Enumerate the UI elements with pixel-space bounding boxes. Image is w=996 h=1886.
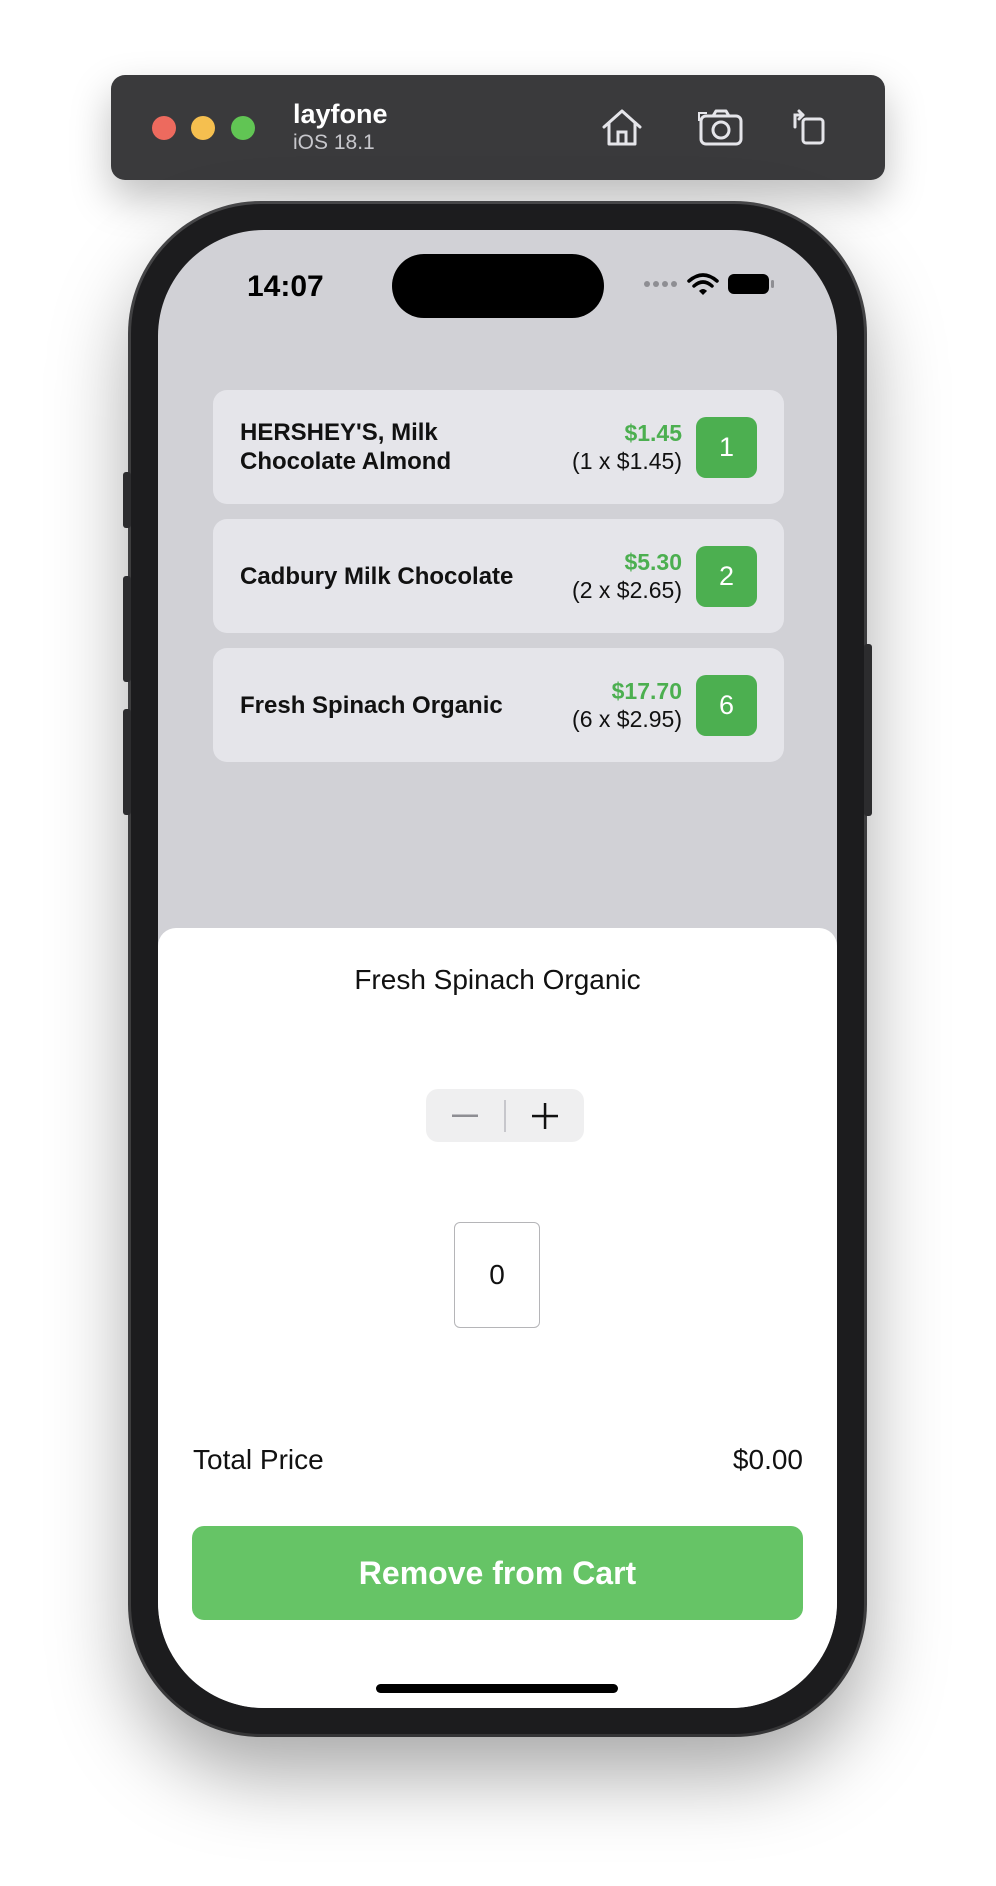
quantity-badge[interactable]: 1 <box>696 416 757 478</box>
cart-item[interactable]: Fresh Spinach Organic $17.70 (6 x $2.95)… <box>213 648 784 762</box>
minimize-window-button[interactable] <box>191 116 215 140</box>
status-icons <box>643 272 775 296</box>
item-total-price: $5.30 <box>624 549 682 575</box>
total-price-label: Total Price <box>193 1444 324 1475</box>
home-button[interactable] <box>596 102 648 152</box>
rotate-button[interactable] <box>783 102 835 152</box>
sheet-title: Fresh Spinach Organic <box>354 964 641 995</box>
rotate-icon <box>793 109 825 145</box>
item-unit-detail: (2 x $2.65) <box>572 577 682 603</box>
screenshot-button[interactable] <box>695 102 747 152</box>
quantity-field[interactable]: 0 <box>454 1222 540 1328</box>
decrement-button[interactable] <box>426 1089 504 1142</box>
phone-screen: 14:07 HERSHEY'S, Milk Chocolate Almond $… <box>158 230 837 1708</box>
os-version: iOS 18.1 <box>293 131 375 154</box>
item-prices: $17.70 (6 x $2.95) <box>572 677 682 733</box>
action-button[interactable] <box>123 472 131 528</box>
device-name: layfone <box>293 99 388 129</box>
power-button[interactable] <box>864 644 872 816</box>
phone-frame: 14:07 HERSHEY'S, Milk Chocolate Almond $… <box>123 204 872 1734</box>
item-unit-detail: (6 x $2.95) <box>572 706 682 732</box>
zoom-window-button[interactable] <box>231 116 255 140</box>
quantity-badge[interactable]: 2 <box>696 545 757 607</box>
dynamic-island <box>392 254 604 318</box>
volume-up-button[interactable] <box>123 576 131 682</box>
cart-list: HERSHEY'S, Milk Chocolate Almond $1.45 (… <box>213 390 784 777</box>
increment-button[interactable] <box>506 1089 584 1142</box>
remove-from-cart-button[interactable]: Remove from Cart <box>192 1526 803 1620</box>
item-total-price: $1.45 <box>624 420 682 446</box>
home-indicator[interactable] <box>376 1684 618 1693</box>
item-name: Fresh Spinach Organic <box>240 691 503 719</box>
item-unit-detail: (1 x $1.45) <box>572 448 682 474</box>
home-icon <box>602 109 642 146</box>
close-window-button[interactable] <box>152 116 176 140</box>
wifi-icon <box>687 273 719 295</box>
volume-down-button[interactable] <box>123 709 131 815</box>
cart-item[interactable]: HERSHEY'S, Milk Chocolate Almond $1.45 (… <box>213 390 784 504</box>
status-time: 14:07 <box>247 270 324 303</box>
cart-item[interactable]: Cadbury Milk Chocolate $5.30 (2 x $2.65)… <box>213 519 784 633</box>
cellular-signal-icon <box>644 281 677 287</box>
camera-icon <box>698 109 743 146</box>
item-name: HERSHEY'S, Milk Chocolate Almond <box>240 419 452 475</box>
quantity-badge[interactable]: 6 <box>696 674 757 736</box>
minus-icon <box>452 1114 478 1117</box>
battery-icon <box>728 274 774 294</box>
simulator-toolbar: layfone iOS 18.1 <box>111 75 885 180</box>
quantity-stepper <box>426 1089 584 1142</box>
item-total-price: $17.70 <box>611 678 682 704</box>
item-edit-sheet: Fresh Spinach Organic 0 Total Price $0.0… <box>158 928 837 1708</box>
item-prices: $5.30 (2 x $2.65) <box>572 548 682 604</box>
item-prices: $1.45 (1 x $1.45) <box>572 419 682 475</box>
plus-icon <box>531 1102 558 1129</box>
total-price-value: $0.00 <box>732 1444 803 1475</box>
item-name: Cadbury Milk Chocolate <box>240 562 514 590</box>
